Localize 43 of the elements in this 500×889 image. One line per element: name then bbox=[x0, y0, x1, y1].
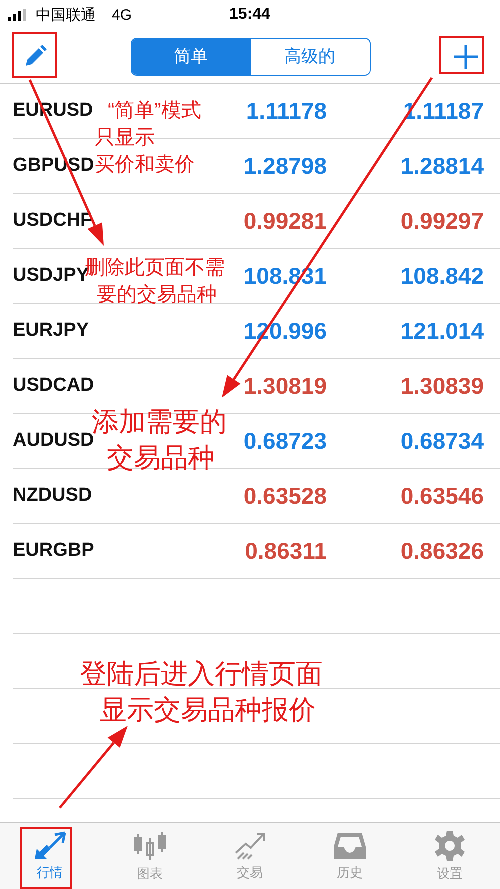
bid-price: 0.63528 bbox=[244, 482, 327, 508]
segment-tab[interactable]: 简单 bbox=[132, 38, 250, 74]
symbol-name[interactable]: AUDUSD bbox=[13, 430, 94, 451]
ask-price: 0.99297 bbox=[400, 208, 484, 234]
annotation-text: 显示交易品种报价 bbox=[100, 694, 317, 728]
ask-price: 0.63546 bbox=[400, 482, 484, 508]
symbol-name[interactable]: USDCAD bbox=[13, 375, 94, 396]
double-arrow-icon bbox=[33, 830, 67, 860]
annotation-text: 交易品种 bbox=[107, 442, 216, 476]
annotation-text: 添加需要的 bbox=[92, 406, 227, 437]
annotation-text: 删除此页面不需 bbox=[85, 256, 225, 279]
ask-price: 108.842 bbox=[400, 262, 484, 288]
tab-bar-item[interactable]: 行情 bbox=[25, 826, 75, 886]
ask-price: 1.30839 bbox=[400, 372, 484, 398]
symbol-name[interactable]: EURGBP bbox=[13, 540, 94, 561]
bid-price: 1.11178 bbox=[246, 98, 327, 124]
annotation-text: 登陆后进入行情页面 bbox=[80, 658, 323, 691]
settings-icon bbox=[434, 830, 466, 862]
symbol-name[interactable]: NZDUSD bbox=[13, 485, 92, 506]
highlight-frame bbox=[439, 36, 484, 74]
inbox-icon bbox=[333, 830, 367, 860]
clock-time: 15:44 bbox=[230, 6, 270, 24]
ask-price: 0.68734 bbox=[400, 428, 484, 454]
bid-price: 0.68723 bbox=[244, 428, 327, 454]
symbol-name[interactable]: USDCHF bbox=[13, 210, 92, 231]
ask-price: 121.014 bbox=[400, 318, 484, 344]
highlight-frame bbox=[12, 32, 57, 78]
carrier-name: 中国联通 bbox=[36, 6, 96, 24]
candlestick-icon bbox=[133, 830, 167, 862]
annotation-text: 只显示 bbox=[95, 126, 156, 151]
bid-price: 1.28798 bbox=[244, 152, 327, 178]
annotation-text: “简单”模式 bbox=[108, 99, 202, 124]
symbol-name[interactable]: EURJPY bbox=[13, 320, 90, 341]
trend-arrow-icon bbox=[233, 830, 267, 860]
highlight-frame bbox=[20, 827, 72, 889]
bid-price: 0.99281 bbox=[244, 208, 327, 234]
bid-price: 0.86311 bbox=[245, 538, 327, 564]
annotation-text: 要的交易品种 bbox=[97, 283, 218, 308]
network-type: 4G bbox=[112, 6, 132, 24]
ask-price: 1.28814 bbox=[400, 152, 484, 178]
bid-price: 1.30819 bbox=[244, 372, 327, 398]
annotation-text: 买价和卖价 bbox=[95, 153, 196, 178]
ask-price: 0.86326 bbox=[400, 538, 484, 564]
